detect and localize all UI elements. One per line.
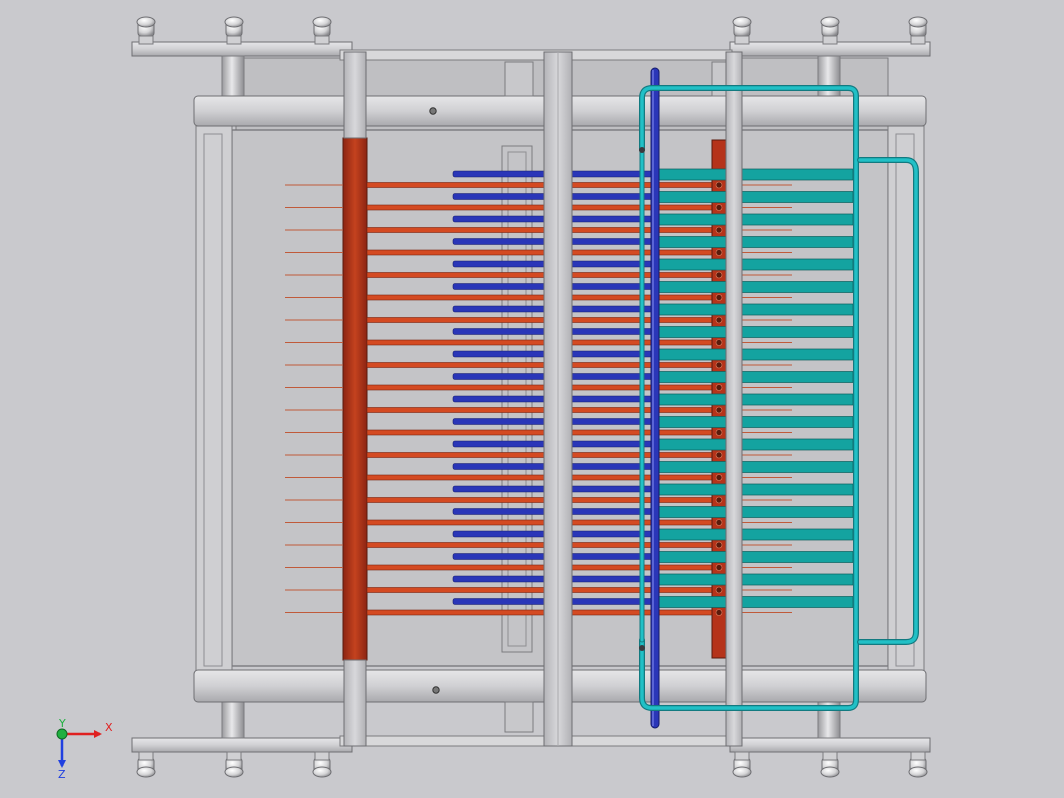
bolt bbox=[820, 751, 840, 778]
strip-fitting bbox=[715, 564, 723, 571]
red-electrode-rod bbox=[366, 519, 720, 526]
teal-plate bbox=[658, 528, 854, 541]
bolt bbox=[820, 16, 840, 45]
red-electrode-rod bbox=[366, 204, 720, 211]
red-electrode-rod bbox=[366, 474, 720, 481]
strip-fitting bbox=[715, 429, 723, 436]
strip-fitting bbox=[715, 249, 723, 256]
red-electrode-rod bbox=[366, 497, 720, 503]
cad-viewport[interactable]: X Y Z bbox=[0, 0, 1064, 798]
strip-fitting bbox=[715, 384, 723, 391]
red-electrode-rod bbox=[366, 587, 720, 593]
bolt bbox=[136, 16, 156, 45]
y-axis-dot bbox=[56, 728, 68, 740]
red-electrode-rod bbox=[366, 227, 720, 233]
teal-plate bbox=[658, 551, 854, 563]
strip-fitting bbox=[715, 294, 723, 301]
strip-fitting bbox=[715, 339, 723, 346]
teal-plate bbox=[658, 348, 854, 361]
bottom-mounting-bar bbox=[131, 735, 931, 753]
teal-plate bbox=[658, 393, 854, 406]
teal-plate bbox=[658, 461, 854, 473]
bolt bbox=[224, 16, 244, 45]
strip-fitting bbox=[715, 226, 723, 234]
bolt bbox=[312, 16, 332, 45]
bolt bbox=[224, 751, 244, 778]
strip-fitting bbox=[715, 586, 723, 594]
teal-plate bbox=[658, 213, 854, 226]
strip-fitting bbox=[715, 609, 723, 616]
strip-fitting bbox=[715, 316, 723, 324]
red-electrode-rod bbox=[366, 339, 720, 346]
teal-plate bbox=[658, 326, 854, 338]
red-electrode-rod bbox=[366, 384, 720, 391]
bolt bbox=[732, 751, 752, 778]
red-electrode-rod bbox=[366, 429, 720, 436]
bolt bbox=[908, 16, 928, 45]
red-electrode-rod bbox=[366, 407, 720, 413]
red-electrode-rod bbox=[366, 249, 720, 256]
red-electrode-rod bbox=[366, 317, 720, 323]
teal-plate bbox=[658, 438, 854, 451]
blue-vertical-manifold bbox=[650, 67, 660, 729]
teal-plate bbox=[658, 168, 854, 181]
z-arrow-head bbox=[58, 760, 66, 768]
red-electrode-rod bbox=[366, 182, 720, 188]
teal-plate bbox=[658, 191, 854, 203]
red-electrode-rod bbox=[366, 272, 720, 278]
teal-plate bbox=[658, 258, 854, 271]
red-busbar bbox=[342, 137, 368, 661]
strip-fitting bbox=[715, 496, 723, 504]
strip-fitting bbox=[715, 181, 723, 189]
right-vertical-post bbox=[725, 51, 743, 747]
teal-plate bbox=[658, 596, 854, 608]
teal-plate bbox=[658, 236, 854, 248]
teal-plate bbox=[658, 371, 854, 383]
top-mounting-bar bbox=[131, 41, 931, 61]
z-axis-label: Z bbox=[58, 768, 66, 781]
strip-fitting bbox=[715, 519, 723, 526]
red-electrode-rod bbox=[366, 609, 720, 616]
center-vertical-post bbox=[543, 51, 573, 747]
strip-fitting bbox=[715, 204, 723, 211]
strip-fitting bbox=[715, 271, 723, 279]
red-electrode-rod bbox=[366, 564, 720, 571]
teal-plate bbox=[658, 303, 854, 316]
bolt bbox=[732, 16, 752, 45]
strip-fitting bbox=[715, 541, 723, 549]
teal-plate bbox=[658, 506, 854, 518]
teal-plate bbox=[658, 416, 854, 428]
strip-fitting bbox=[715, 361, 723, 369]
red-electrode-rod bbox=[366, 452, 720, 458]
red-electrode-rod bbox=[366, 294, 720, 301]
teal-plate bbox=[658, 573, 854, 586]
strip-fitting bbox=[715, 406, 723, 414]
strip-fitting bbox=[715, 474, 723, 481]
bolt bbox=[908, 751, 928, 778]
bolt bbox=[312, 751, 332, 778]
red-electrode-rod bbox=[366, 542, 720, 548]
y-axis-label: Y bbox=[58, 717, 66, 730]
strip-fitting bbox=[715, 451, 723, 459]
coordinate-triad-icon[interactable]: X Y Z bbox=[56, 717, 113, 781]
teal-plate bbox=[658, 483, 854, 496]
red-electrode-rod bbox=[366, 362, 720, 368]
x-arrow-head bbox=[94, 730, 102, 738]
teal-plate bbox=[658, 281, 854, 293]
x-axis-label: X bbox=[105, 721, 113, 734]
bolt bbox=[136, 751, 156, 778]
